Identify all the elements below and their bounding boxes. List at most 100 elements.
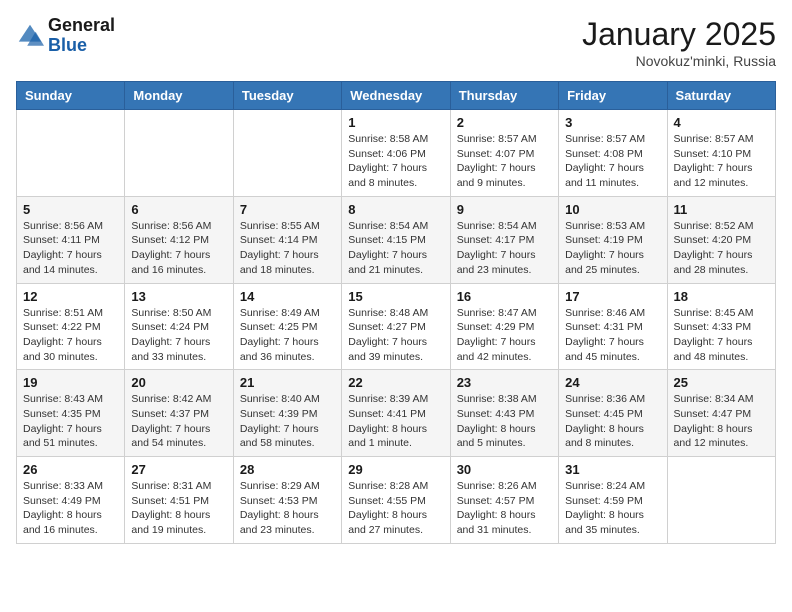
calendar-cell: 15 Sunrise: 8:48 AM Sunset: 4:27 PM Dayli… [342,283,450,370]
day-number: 27 [131,462,226,477]
calendar-cell: 1Sunrise: 8:58 AM Sunset: 4:06 PM Daylig… [342,110,450,197]
weekday-header-saturday: Saturday [667,82,775,110]
weekday-header-thursday: Thursday [450,82,558,110]
day-info: Sunrise: 8:49 AM Sunset: 4:25 PM Dayligh… [240,306,335,365]
day-number: 14 [240,289,335,304]
location: Novokuz'minki, Russia [582,53,776,69]
calendar-cell: 5 Sunrise: 8:56 AM Sunset: 4:11 PM Daylig… [17,196,125,283]
page-header: General Blue January 2025 Novokuz'minki,… [16,16,776,69]
day-number: 23 [457,375,552,390]
day-info: Sunrise: 8:56 AM Sunset: 4:12 PM Dayligh… [131,219,226,278]
title-block: January 2025 Novokuz'minki, Russia [582,16,776,69]
calendar-cell: 9 Sunrise: 8:54 AM Sunset: 4:17 PM Daylig… [450,196,558,283]
calendar-cell [17,110,125,197]
calendar-cell: 23Sunrise: 8:38 AM Sunset: 4:43 PM Dayli… [450,370,558,457]
day-number: 19 [23,375,118,390]
weekday-header-monday: Monday [125,82,233,110]
calendar-cell: 25Sunrise: 8:34 AM Sunset: 4:47 PM Dayli… [667,370,775,457]
calendar-cell [125,110,233,197]
day-info: Sunrise: 8:28 AM Sunset: 4:55 PM Dayligh… [348,479,443,538]
day-info: Sunrise: 8:46 AM Sunset: 4:31 PM Dayligh… [565,306,660,365]
weekday-header-row: SundayMondayTuesdayWednesdayThursdayFrid… [17,82,776,110]
logo-text: General Blue [48,16,115,56]
calendar-cell [233,110,341,197]
day-number: 22 [348,375,443,390]
calendar-cell: 24Sunrise: 8:36 AM Sunset: 4:45 PM Dayli… [559,370,667,457]
day-number: 18 [674,289,769,304]
calendar-cell: 22Sunrise: 8:39 AM Sunset: 4:41 PM Dayli… [342,370,450,457]
week-row-1: 1Sunrise: 8:58 AM Sunset: 4:06 PM Daylig… [17,110,776,197]
day-number: 9 [457,202,552,217]
day-number: 6 [131,202,226,217]
calendar-cell: 19 Sunrise: 8:43 AM Sunset: 4:35 PM Dayli… [17,370,125,457]
day-info: Sunrise: 8:57 AM Sunset: 4:07 PM Dayligh… [457,132,552,191]
calendar-cell: 20Sunrise: 8:42 AM Sunset: 4:37 PM Dayli… [125,370,233,457]
day-info: Sunrise: 8:26 AM Sunset: 4:57 PM Dayligh… [457,479,552,538]
day-number: 8 [348,202,443,217]
day-info: Sunrise: 8:50 AM Sunset: 4:24 PM Dayligh… [131,306,226,365]
logo-blue: Blue [48,36,115,56]
calendar-cell: 8 Sunrise: 8:54 AM Sunset: 4:15 PM Daylig… [342,196,450,283]
calendar-cell: 18 Sunrise: 8:45 AM Sunset: 4:33 PM Dayli… [667,283,775,370]
weekday-header-tuesday: Tuesday [233,82,341,110]
day-info: Sunrise: 8:48 AM Sunset: 4:27 PM Dayligh… [348,306,443,365]
calendar-cell: 31 Sunrise: 8:24 AM Sunset: 4:59 PM Dayli… [559,457,667,544]
day-number: 21 [240,375,335,390]
calendar-cell: 29 Sunrise: 8:28 AM Sunset: 4:55 PM Dayli… [342,457,450,544]
day-info: Sunrise: 8:29 AM Sunset: 4:53 PM Dayligh… [240,479,335,538]
calendar-cell: 28 Sunrise: 8:29 AM Sunset: 4:53 PM Dayli… [233,457,341,544]
day-number: 5 [23,202,118,217]
day-info: Sunrise: 8:42 AM Sunset: 4:37 PM Dayligh… [131,392,226,451]
day-number: 28 [240,462,335,477]
day-info: Sunrise: 8:58 AM Sunset: 4:06 PM Dayligh… [348,132,443,191]
day-info: Sunrise: 8:36 AM Sunset: 4:45 PM Dayligh… [565,392,660,451]
day-number: 15 [348,289,443,304]
calendar-cell: 7Sunrise: 8:55 AM Sunset: 4:14 PM Daylig… [233,196,341,283]
weekday-header-sunday: Sunday [17,82,125,110]
day-number: 4 [674,115,769,130]
week-row-2: 5 Sunrise: 8:56 AM Sunset: 4:11 PM Daylig… [17,196,776,283]
calendar-cell: 2 Sunrise: 8:57 AM Sunset: 4:07 PM Daylig… [450,110,558,197]
day-number: 13 [131,289,226,304]
calendar-cell: 16 Sunrise: 8:47 AM Sunset: 4:29 PM Dayli… [450,283,558,370]
calendar-cell: 14 Sunrise: 8:49 AM Sunset: 4:25 PM Dayli… [233,283,341,370]
day-number: 29 [348,462,443,477]
day-number: 3 [565,115,660,130]
day-info: Sunrise: 8:45 AM Sunset: 4:33 PM Dayligh… [674,306,769,365]
day-info: Sunrise: 8:47 AM Sunset: 4:29 PM Dayligh… [457,306,552,365]
calendar-cell: 6 Sunrise: 8:56 AM Sunset: 4:12 PM Daylig… [125,196,233,283]
calendar-cell: 11Sunrise: 8:52 AM Sunset: 4:20 PM Dayli… [667,196,775,283]
day-number: 12 [23,289,118,304]
day-info: Sunrise: 8:40 AM Sunset: 4:39 PM Dayligh… [240,392,335,451]
logo-general: General [48,16,115,36]
day-info: Sunrise: 8:54 AM Sunset: 4:15 PM Dayligh… [348,219,443,278]
day-number: 2 [457,115,552,130]
calendar-cell: 4Sunrise: 8:57 AM Sunset: 4:10 PM Daylig… [667,110,775,197]
calendar-cell: 21 Sunrise: 8:40 AM Sunset: 4:39 PM Dayli… [233,370,341,457]
calendar-cell: 17 Sunrise: 8:46 AM Sunset: 4:31 PM Dayli… [559,283,667,370]
day-number: 30 [457,462,552,477]
day-info: Sunrise: 8:57 AM Sunset: 4:08 PM Dayligh… [565,132,660,191]
day-info: Sunrise: 8:56 AM Sunset: 4:11 PM Dayligh… [23,219,118,278]
calendar-cell: 10Sunrise: 8:53 AM Sunset: 4:19 PM Dayli… [559,196,667,283]
day-info: Sunrise: 8:54 AM Sunset: 4:17 PM Dayligh… [457,219,552,278]
calendar-cell: 27 Sunrise: 8:31 AM Sunset: 4:51 PM Dayli… [125,457,233,544]
day-info: Sunrise: 8:24 AM Sunset: 4:59 PM Dayligh… [565,479,660,538]
day-number: 31 [565,462,660,477]
weekday-header-friday: Friday [559,82,667,110]
day-info: Sunrise: 8:31 AM Sunset: 4:51 PM Dayligh… [131,479,226,538]
week-row-5: 26Sunrise: 8:33 AM Sunset: 4:49 PM Dayli… [17,457,776,544]
calendar-table: SundayMondayTuesdayWednesdayThursdayFrid… [16,81,776,544]
calendar-cell: 13 Sunrise: 8:50 AM Sunset: 4:24 PM Dayli… [125,283,233,370]
month-title: January 2025 [582,16,776,53]
day-number: 7 [240,202,335,217]
day-number: 17 [565,289,660,304]
day-number: 16 [457,289,552,304]
day-info: Sunrise: 8:51 AM Sunset: 4:22 PM Dayligh… [23,306,118,365]
calendar-cell: 12 Sunrise: 8:51 AM Sunset: 4:22 PM Dayli… [17,283,125,370]
calendar-cell: 26Sunrise: 8:33 AM Sunset: 4:49 PM Dayli… [17,457,125,544]
day-info: Sunrise: 8:53 AM Sunset: 4:19 PM Dayligh… [565,219,660,278]
day-info: Sunrise: 8:43 AM Sunset: 4:35 PM Dayligh… [23,392,118,451]
calendar-cell: 30 Sunrise: 8:26 AM Sunset: 4:57 PM Dayli… [450,457,558,544]
week-row-4: 19 Sunrise: 8:43 AM Sunset: 4:35 PM Dayli… [17,370,776,457]
